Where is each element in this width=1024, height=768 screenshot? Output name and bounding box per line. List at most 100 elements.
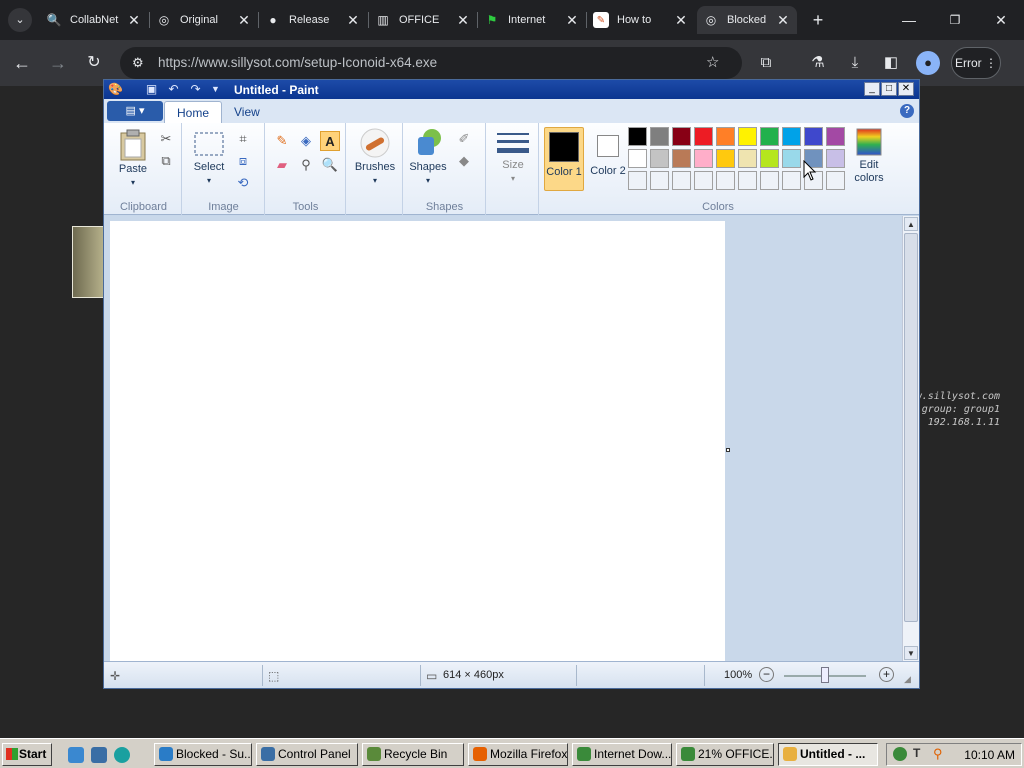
bookmark-star-icon[interactable]: ☆ — [706, 53, 719, 71]
paint-close-button[interactable]: ✕ — [898, 82, 914, 96]
custom-color-slot[interactable] — [738, 171, 757, 190]
fill-icon[interactable]: ◈ — [296, 131, 316, 151]
minimize-icon[interactable]: — — [886, 8, 932, 32]
scroll-thumb[interactable] — [904, 233, 918, 622]
paste-button[interactable]: Paste ▾ — [112, 129, 154, 189]
paint-menu-button[interactable]: ▤ ▾ — [107, 101, 163, 121]
close-icon[interactable]: ✕ — [126, 12, 142, 28]
palette-swatch[interactable] — [650, 149, 669, 168]
palette-swatch[interactable] — [826, 149, 845, 168]
color-picker-icon[interactable]: ⚲ — [296, 155, 316, 175]
taskbar-item[interactable]: Blocked - Su... — [154, 743, 252, 766]
palette-swatch[interactable] — [738, 127, 757, 146]
back-icon[interactable]: ← — [10, 51, 34, 75]
palette-swatch[interactable] — [628, 127, 647, 146]
tab-collabnet[interactable]: 🔍 CollabNet ✕ — [40, 6, 148, 34]
palette-swatch[interactable] — [672, 149, 691, 168]
select-button[interactable]: Select ▾ — [189, 131, 229, 187]
tab-view[interactable]: View — [222, 101, 272, 123]
color1-button[interactable]: Color 1 — [544, 127, 584, 191]
taskbar-item[interactable]: Internet Dow... — [572, 743, 672, 766]
app-quicklaunch-icon[interactable] — [114, 747, 130, 763]
keyboard-tray-icon[interactable]: T — [913, 746, 920, 760]
palette-swatch[interactable] — [650, 127, 669, 146]
shape-fill-icon[interactable]: ◆ — [454, 151, 474, 171]
resize-handle[interactable] — [726, 448, 730, 452]
ie-quicklaunch-icon[interactable] — [68, 747, 84, 763]
undo-icon[interactable]: ↶ — [166, 82, 181, 97]
close-icon[interactable]: ✕ — [455, 12, 471, 28]
custom-color-slot[interactable] — [672, 171, 691, 190]
custom-color-slot[interactable] — [694, 171, 713, 190]
taskbar-item[interactable]: Mozilla Firefox — [468, 743, 568, 766]
profile-avatar[interactable]: ● — [916, 51, 940, 75]
palette-swatch[interactable] — [628, 149, 647, 168]
eraser-icon[interactable]: ▰ — [272, 155, 292, 175]
custom-color-slot[interactable] — [650, 171, 669, 190]
side-panel-icon[interactable]: ◧ — [879, 51, 903, 75]
cut-icon[interactable]: ✂ — [156, 129, 176, 149]
drawing-canvas[interactable] — [110, 221, 725, 661]
zoom-in-icon[interactable]: + — [879, 667, 894, 682]
custom-color-slot[interactable] — [760, 171, 779, 190]
site-settings-icon[interactable]: ⚙ — [132, 55, 144, 71]
size-button[interactable]: Size ▾ — [493, 129, 533, 185]
rotate-icon[interactable]: ⟲ — [233, 173, 253, 193]
vertical-scrollbar[interactable]: ▲ ▼ — [902, 216, 919, 661]
brushes-button[interactable]: Brushes ▾ — [352, 127, 398, 187]
taskbar-item[interactable]: 21% OFFICE... — [676, 743, 774, 766]
forward-icon[interactable]: → — [46, 51, 70, 75]
paint-maximize-button[interactable]: □ — [881, 82, 897, 96]
tab-office[interactable]: ▥ OFFICE ✕ — [369, 6, 477, 34]
close-window-icon[interactable]: ✕ — [978, 8, 1024, 32]
palette-swatch[interactable] — [760, 127, 779, 146]
tab-release[interactable]: ● Release ✕ — [259, 6, 367, 34]
address-bar[interactable]: ⚙ https://www.sillysot.com/setup-Iconoid… — [120, 47, 742, 79]
help-icon[interactable]: ? — [900, 104, 914, 118]
labs-icon[interactable]: ⚗ — [806, 51, 830, 75]
resize-icon[interactable]: ⧈ — [233, 151, 253, 171]
palette-swatch[interactable] — [694, 149, 713, 168]
edit-colors-button[interactable]: Edit colors — [844, 127, 894, 185]
scroll-up-icon[interactable]: ▲ — [904, 217, 918, 231]
close-icon[interactable]: ✕ — [345, 12, 361, 28]
tab-how-to[interactable]: ✎ How to ✕ — [587, 6, 695, 34]
error-button[interactable]: Error ⋮ — [951, 47, 1001, 79]
outline-icon[interactable]: ✐ — [454, 129, 474, 149]
palette-swatch[interactable] — [672, 127, 691, 146]
search-tray-icon[interactable]: ⚲ — [933, 746, 943, 762]
paint-title-bar[interactable]: 🎨 ▣ ↶ ↷ ▼ Untitled - Paint _ □ ✕ — [104, 80, 919, 99]
tab-blocked[interactable]: ◎ Blocked ✕ — [697, 6, 797, 34]
text-icon[interactable]: A — [320, 131, 340, 151]
palette-swatch[interactable] — [804, 127, 823, 146]
scroll-down-icon[interactable]: ▼ — [904, 646, 918, 660]
crop-icon[interactable]: ⌗ — [233, 129, 253, 149]
close-icon[interactable]: ✕ — [564, 12, 580, 28]
custom-color-slot[interactable] — [826, 171, 845, 190]
tab-original[interactable]: ◎ Original ✕ — [150, 6, 258, 34]
close-icon[interactable]: ✕ — [775, 12, 791, 28]
close-icon[interactable]: ✕ — [673, 12, 689, 28]
new-tab-button[interactable]: + — [806, 8, 830, 32]
desktop-quicklaunch-icon[interactable] — [91, 747, 107, 763]
extensions-icon[interactable]: ⧉ — [754, 51, 778, 75]
resize-grip-icon[interactable]: ◢ — [904, 674, 911, 685]
magnifier-icon[interactable]: 🔍 — [320, 155, 340, 175]
redo-icon[interactable]: ↷ — [188, 82, 203, 97]
shapes-button[interactable]: Shapes ▾ — [408, 127, 448, 187]
taskbar-item[interactable]: Recycle Bin — [362, 743, 464, 766]
tab-internet[interactable]: ⚑ Internet ✕ — [478, 6, 586, 34]
palette-swatch[interactable] — [826, 127, 845, 146]
palette-swatch[interactable] — [716, 127, 735, 146]
qat-customize-icon[interactable]: ▼ — [208, 82, 223, 97]
tab-search-button[interactable]: ⌄ — [8, 8, 32, 32]
pencil-icon[interactable]: ✎ — [272, 131, 292, 151]
restore-icon[interactable]: ❐ — [932, 8, 978, 32]
network-tray-icon[interactable] — [893, 747, 907, 761]
zoom-slider-thumb[interactable] — [821, 667, 829, 683]
color2-button[interactable]: Color 2 — [588, 127, 628, 191]
palette-swatch[interactable] — [738, 149, 757, 168]
palette-swatch[interactable] — [782, 149, 801, 168]
reload-icon[interactable]: ↻ — [82, 51, 106, 75]
custom-color-slot[interactable] — [782, 171, 801, 190]
